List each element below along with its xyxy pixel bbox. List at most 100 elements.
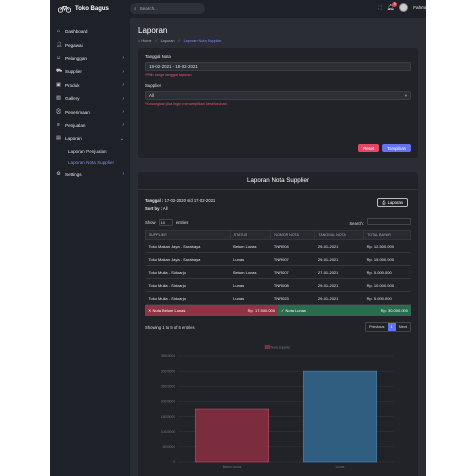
home-icon: ⌂ <box>56 28 61 35</box>
sidebar-item-label: Produk <box>65 82 80 88</box>
avatar[interactable] <box>399 3 409 12</box>
brand[interactable]: Toko Bagus <box>50 0 130 18</box>
table-cell: Rp. 10.000.000 <box>363 278 411 292</box>
pagination: Previous 1 Next <box>364 322 411 332</box>
chevron-right-icon: › <box>122 171 124 178</box>
entries-select[interactable]: 10 <box>158 218 173 226</box>
table-header-row: SUPPLIER STATUS NOMOR NOTA TANGGAL NOTA TOTA… <box>145 230 411 240</box>
search-input[interactable]: ⌕ Search... <box>130 3 205 14</box>
supplier-help-text: *Kosongkan jika ingin menampilkan keselu… <box>145 102 227 106</box>
sort-value: All <box>162 206 168 211</box>
pagination-next[interactable]: Next <box>396 323 410 331</box>
sidebar-item-produk[interactable]: ▣ Produk › <box>50 79 130 92</box>
pagination-previous[interactable]: Previous <box>366 323 388 331</box>
truck-icon: ⛟ <box>56 68 63 75</box>
chevron-right-icon: › <box>122 109 124 116</box>
sidebar-item-pegawai[interactable]: 👤︎ Pegawai <box>50 38 130 51</box>
table-cell: TNR007 <box>270 252 315 266</box>
table-cell: 29-01-2021 <box>314 252 364 266</box>
table-cell: Lunas <box>230 278 271 292</box>
report-chart: 0 5000000 10000000 15000000 20000000 25000000… <box>152 344 406 476</box>
table-cell: Belum Lunas <box>230 265 271 279</box>
page-header: Laporan ⌂ Home / Laporan / Laporan Nota … <box>138 18 418 48</box>
y-tick-label: 15000000 <box>161 415 175 419</box>
user-name[interactable]: Fahmi <box>413 5 426 10</box>
summary-paid: ✓ Nota Lunas Rp. 30.000.000 <box>278 305 411 316</box>
breadcrumb-home[interactable]: ⌂ Home <box>138 39 152 43</box>
print-report-button[interactable]: ⎙ Laporan <box>377 198 408 207</box>
table-cell: Rp. 12.500.000 <box>363 239 411 253</box>
table-search-input[interactable] <box>367 218 411 225</box>
sidebar-item-pelanggan[interactable]: ☺ Pelanggan › <box>50 52 130 65</box>
column-header[interactable]: SUPPLIER <box>145 230 231 240</box>
date-range-label: Tanggal : <box>145 198 164 203</box>
column-header[interactable]: NOMOR NOTA <box>270 230 316 240</box>
print-label: Laporan <box>387 200 403 205</box>
table-cell: 27-01-2021 <box>314 265 364 279</box>
y-tick-label: 10000000 <box>161 430 175 434</box>
show-button[interactable]: Tampilkan <box>382 144 411 152</box>
sidebar-item-penerimaan[interactable]: ⛒ Penerimaan › <box>50 105 130 118</box>
reset-button[interactable]: Reset <box>358 144 380 152</box>
report-card: Laporan Nota Supplier Tanggal : 17-02-20… <box>138 172 418 476</box>
table-row: Toko Mulia - Sidoarjo Lunas TNR008 29-01-20… <box>145 278 411 292</box>
x-tick-label: Lunas <box>336 465 345 469</box>
topbar-right: ⛶ 🔔︎ 9 Fahmi <box>378 2 426 12</box>
app-frame: Toko Bagus ⌂ Dashboard 👤︎ Pegawai ☺ Pelanggan… <box>50 0 426 476</box>
column-header[interactable]: TANGGAL NOTA <box>314 230 365 240</box>
sidebar-item-settings[interactable]: ⚙ Settings › <box>50 168 130 181</box>
sidebar-subitem-laporan-penjualan[interactable]: Laporan Penjualan <box>50 146 130 157</box>
legend-label: Nota Supplier <box>271 345 291 349</box>
supplier-select[interactable]: All ▾ <box>145 91 411 100</box>
date-range-input[interactable]: 18-02-2021 - 18-02-2021 <box>145 62 411 71</box>
table-cell: TNR004 <box>270 239 315 253</box>
column-header[interactable]: STATUS <box>229 230 272 240</box>
supplier-value: All <box>149 93 154 98</box>
sidebar-item-gallery[interactable]: ▧ Gallery › <box>50 92 130 105</box>
breadcrumb-laporan[interactable]: Laporan <box>161 39 175 43</box>
summary-unpaid: ✕ Nota Belum Lunas Rp. 17.500.000 <box>145 305 278 316</box>
y-tick-label: 35000000 <box>161 354 175 358</box>
sidebar-item-label: Penjualan <box>65 122 86 128</box>
users-icon: ☺ <box>56 54 62 61</box>
sort-label: Sort by : <box>145 206 162 211</box>
sidebar-item-laporan[interactable]: ▤ Laporan ⌄ <box>50 132 130 145</box>
table-row: Toko Makan Jaya - Surabaya Belum Lunas TNR… <box>145 239 411 253</box>
entries-control: Show 10 entries <box>145 218 189 226</box>
breadcrumb-sep: / <box>155 39 157 43</box>
sidebar: Toko Bagus ⌂ Dashboard 👤︎ Pegawai ☺ Pelanggan… <box>50 0 130 476</box>
bicycle-icon <box>58 6 71 13</box>
sidebar-item-penjualan[interactable]: ≡ Penjualan › <box>50 119 130 132</box>
sidebar-subitem-laporan-nota-supplier[interactable]: Laporan Nota Supplier <box>50 157 130 168</box>
table-cell: Toko Makan Jaya - Surabaya <box>145 252 231 266</box>
y-tick-label: 20000000 <box>161 400 175 404</box>
sidebar-item-label: Pegawai <box>65 42 83 48</box>
table-controls: Show 10 entries Search: <box>145 218 411 226</box>
brand-name: Toko Bagus <box>75 6 109 12</box>
document-icon: ▤ <box>56 135 61 142</box>
column-header[interactable]: TOTAL BAYAR <box>363 230 411 240</box>
table-cell: Toko Mulia - Sidoarjo <box>145 278 231 292</box>
user-plus-icon: 👤︎ <box>56 41 63 48</box>
summary-unpaid-value: Rp. 17.500.000 <box>247 308 275 313</box>
date-range-value: 17-02-2020 s/d 17-02-2021 <box>164 198 216 203</box>
table-search-label: Search: <box>349 221 364 226</box>
y-tick-label: 0 <box>173 460 175 464</box>
notification-bell[interactable]: 🔔︎ 9 <box>387 2 398 11</box>
sidebar-item-supplier[interactable]: ⛟ Supplier › <box>50 65 130 78</box>
pagination-page[interactable]: 1 <box>387 323 396 331</box>
entries-label: entries <box>175 219 189 225</box>
sidebar-item-label: Dashboard <box>65 29 88 35</box>
table-search: Search: <box>349 218 411 226</box>
print-icon: ⎙ <box>382 200 386 205</box>
fullscreen-icon[interactable]: ⛶ <box>378 5 381 10</box>
table-info: Showing 1 to 5 of 5 entries <box>145 324 195 330</box>
chevron-right-icon: › <box>122 95 124 102</box>
summary-paid-value: Rp. 30.000.000 <box>380 308 408 313</box>
x-tick-label: Belum Lunas <box>223 465 242 469</box>
date-label: Tanggal Nota <box>145 54 171 59</box>
chevron-right-icon: › <box>122 68 124 75</box>
table-cell: Lunas <box>230 252 271 266</box>
sidebar-item-dashboard[interactable]: ⌂ Dashboard <box>50 25 130 38</box>
bar <box>194 408 270 463</box>
